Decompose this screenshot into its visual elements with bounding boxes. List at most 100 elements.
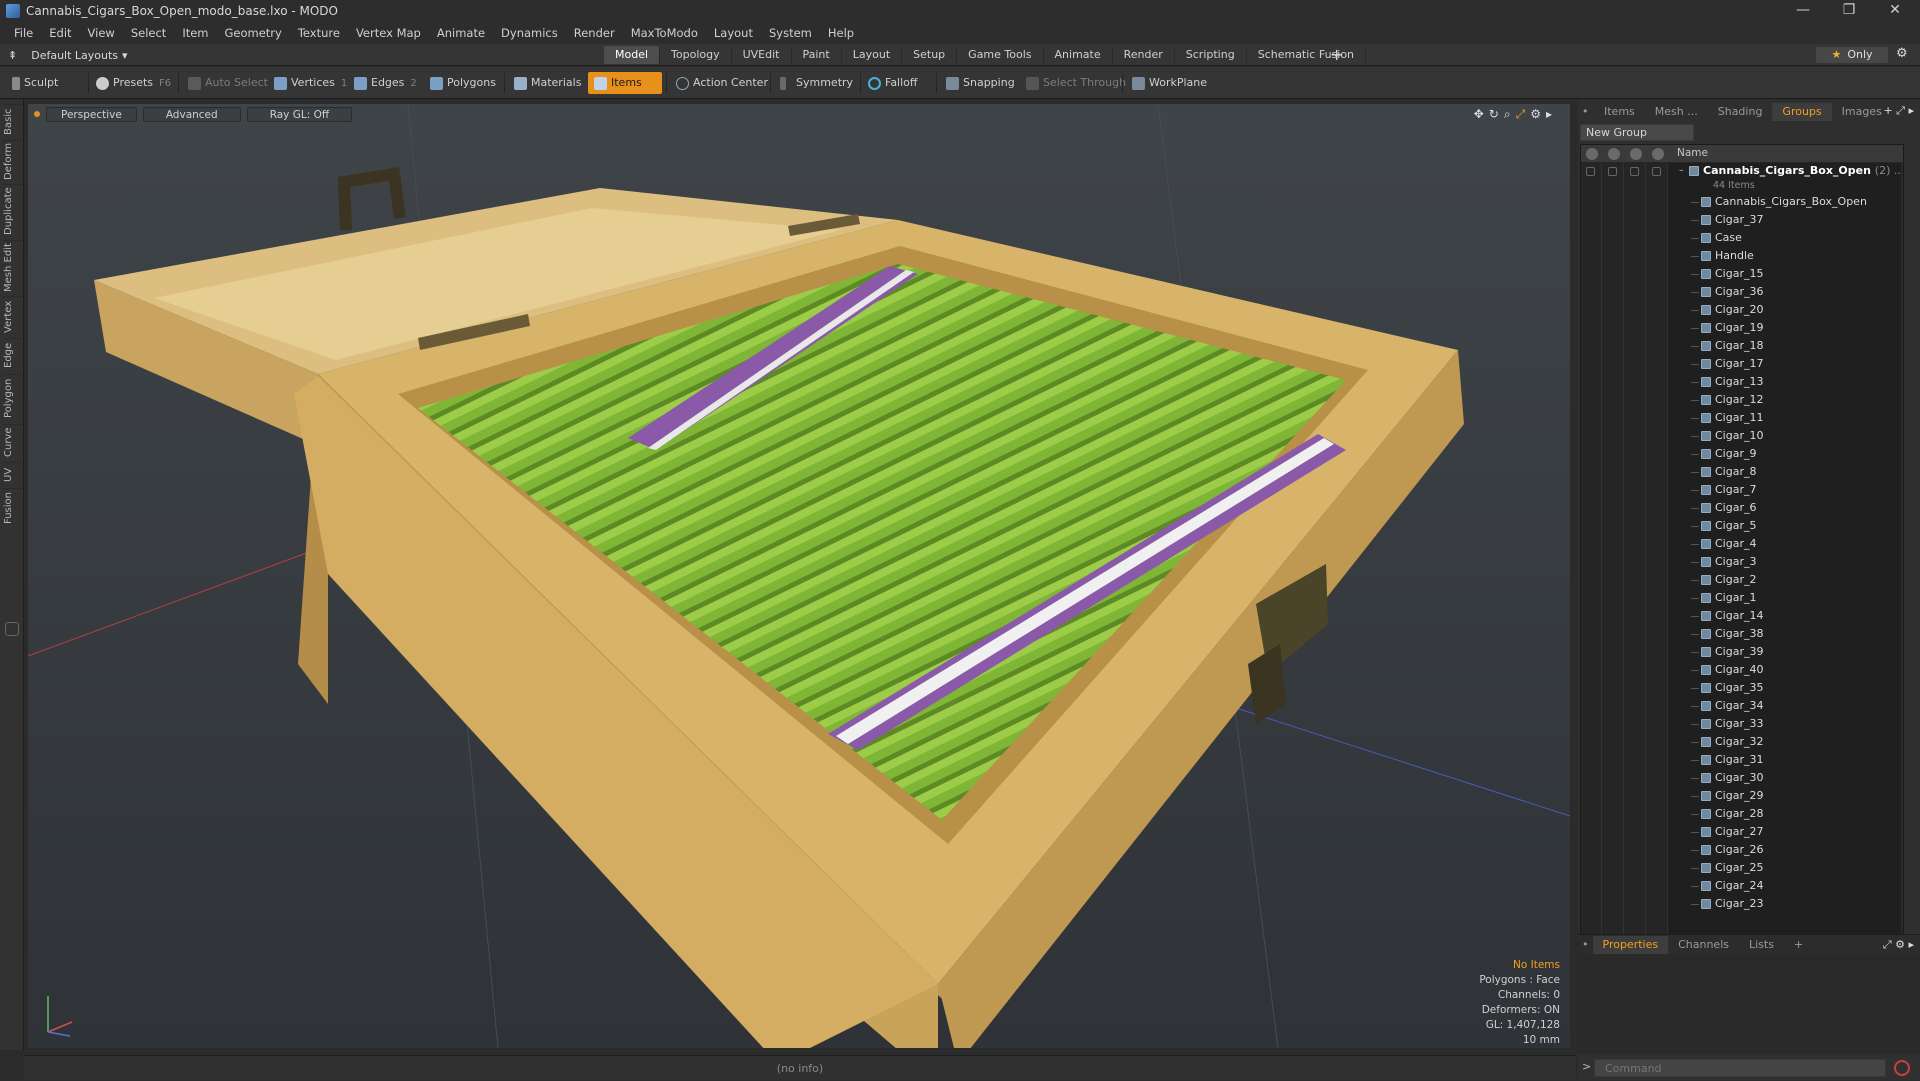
items-button[interactable]: Items bbox=[588, 72, 662, 94]
materials-button[interactable]: Materials bbox=[508, 72, 587, 94]
left-tab-vertex[interactable]: Vertex bbox=[3, 296, 21, 336]
left-tab-mesh-edit[interactable]: Mesh Edit bbox=[3, 240, 21, 294]
list-item[interactable]: Cigar_28 bbox=[1581, 805, 1903, 823]
left-tab-edge[interactable]: Edge bbox=[3, 338, 21, 372]
viewport-expand-icon[interactable]: ▸ bbox=[1546, 107, 1552, 122]
left-tab-duplicate[interactable]: Duplicate bbox=[3, 184, 21, 238]
sculpt-button[interactable]: Sculpt bbox=[6, 72, 64, 94]
list-item[interactable]: Cigar_1 bbox=[1581, 589, 1903, 607]
menu-select[interactable]: Select bbox=[123, 22, 174, 44]
tab-lists[interactable]: Lists bbox=[1739, 936, 1784, 954]
collapse-icon[interactable]: – bbox=[1679, 163, 1684, 179]
left-tab-polygon[interactable]: Polygon bbox=[3, 374, 21, 422]
list-item[interactable]: Cannabis_Cigars_Box_Open bbox=[1581, 193, 1903, 211]
left-tab-uv[interactable]: UV bbox=[3, 462, 21, 486]
group-render-toggle[interactable] bbox=[1608, 167, 1617, 176]
tab-animate[interactable]: Animate bbox=[1044, 46, 1113, 64]
tab-shading[interactable]: Shading bbox=[1708, 103, 1773, 121]
view-mode-dropdown[interactable]: Perspective bbox=[46, 106, 137, 122]
list-item[interactable]: Cigar_23 bbox=[1581, 895, 1903, 913]
tab-topology[interactable]: Topology bbox=[660, 46, 732, 64]
list-item[interactable]: Cigar_33 bbox=[1581, 715, 1903, 733]
close-button[interactable]: ✕ bbox=[1872, 0, 1918, 22]
scene-render[interactable] bbox=[28, 104, 1570, 1048]
list-item[interactable]: Cigar_14 bbox=[1581, 607, 1903, 625]
tab-game-tools[interactable]: Game Tools bbox=[957, 46, 1044, 64]
tab-items[interactable]: Items bbox=[1594, 103, 1645, 121]
list-item[interactable]: Cigar_24 bbox=[1581, 877, 1903, 895]
list-item[interactable]: Cigar_38 bbox=[1581, 625, 1903, 643]
viewport-settings-icon[interactable]: ⚙ bbox=[1530, 107, 1541, 122]
layout-selector[interactable]: ⇞ Default Layouts ▾ bbox=[8, 47, 128, 63]
group-visible-toggle[interactable] bbox=[1586, 167, 1595, 176]
list-item[interactable]: Cigar_37 bbox=[1581, 211, 1903, 229]
auto-select-button[interactable]: Auto Select bbox=[182, 72, 274, 94]
list-item[interactable]: Cigar_34 bbox=[1581, 697, 1903, 715]
list-item[interactable]: Handle bbox=[1581, 247, 1903, 265]
polygons-button[interactable]: Polygons bbox=[424, 72, 502, 94]
list-item[interactable]: Cigar_18 bbox=[1581, 337, 1903, 355]
command-input[interactable] bbox=[1594, 1059, 1886, 1077]
list-item[interactable]: Cigar_29 bbox=[1581, 787, 1903, 805]
list-item[interactable]: Cigar_36 bbox=[1581, 283, 1903, 301]
3d-viewport[interactable]: Perspective Advanced Ray GL: Off ✥ ↻ ⌕ ⤢… bbox=[28, 104, 1570, 1048]
edges-button[interactable]: Edges 2 bbox=[348, 72, 423, 94]
tab-channels[interactable]: Channels bbox=[1668, 936, 1739, 954]
tab-render[interactable]: Render bbox=[1113, 46, 1175, 64]
list-item[interactable]: Cigar_4 bbox=[1581, 535, 1903, 553]
tab-uvedit[interactable]: UVEdit bbox=[732, 46, 792, 64]
eye-icon[interactable] bbox=[1586, 148, 1598, 160]
list-item[interactable]: Cigar_15 bbox=[1581, 265, 1903, 283]
list-item[interactable]: Cigar_6 bbox=[1581, 499, 1903, 517]
tab-properties[interactable]: Properties bbox=[1592, 935, 1669, 954]
action-center-button[interactable]: Action Center bbox=[670, 72, 774, 94]
snapping-button[interactable]: Snapping bbox=[940, 72, 1021, 94]
list-item[interactable]: Cigar_19 bbox=[1581, 319, 1903, 337]
left-tab-curve[interactable]: Curve bbox=[3, 424, 21, 460]
presets-button[interactable]: Presets F6 bbox=[90, 72, 177, 94]
list-item[interactable]: Cigar_13 bbox=[1581, 373, 1903, 391]
list-item[interactable]: Cigar_5 bbox=[1581, 517, 1903, 535]
menu-geometry[interactable]: Geometry bbox=[217, 22, 290, 44]
tab-paint[interactable]: Paint bbox=[792, 46, 842, 64]
menu-layout[interactable]: Layout bbox=[706, 22, 761, 44]
tab-schematic-fusion[interactable]: Schematic Fusion bbox=[1247, 46, 1367, 64]
list-item[interactable]: Cigar_31 bbox=[1581, 751, 1903, 769]
left-tab-deform[interactable]: Deform bbox=[3, 140, 21, 182]
rotate-icon[interactable]: ↻ bbox=[1489, 107, 1499, 122]
tab-mesh[interactable]: Mesh ... bbox=[1645, 103, 1708, 121]
zoom-icon[interactable]: ⌕ bbox=[1504, 107, 1511, 122]
menu-system[interactable]: System bbox=[761, 22, 820, 44]
menu-texture[interactable]: Texture bbox=[290, 22, 348, 44]
list-item[interactable]: Cigar_3 bbox=[1581, 553, 1903, 571]
fit-icon[interactable]: ⤢ bbox=[1516, 107, 1526, 122]
list-item[interactable]: Cigar_20 bbox=[1581, 301, 1903, 319]
menu-help[interactable]: Help bbox=[820, 22, 862, 44]
raygl-dropdown[interactable]: Ray GL: Off bbox=[246, 106, 353, 122]
menu-render[interactable]: Render bbox=[566, 22, 623, 44]
maximize-button[interactable]: ❐ bbox=[1826, 0, 1872, 22]
list-item[interactable]: Cigar_9 bbox=[1581, 445, 1903, 463]
tab-setup[interactable]: Setup bbox=[902, 46, 958, 64]
list-item[interactable]: Cigar_30 bbox=[1581, 769, 1903, 787]
list-item[interactable]: Cigar_10 bbox=[1581, 427, 1903, 445]
menu-animate[interactable]: Animate bbox=[429, 22, 493, 44]
vertices-button[interactable]: Vertices 1 bbox=[268, 72, 353, 94]
tab-layout[interactable]: Layout bbox=[842, 46, 903, 64]
list-item[interactable]: Cigar_32 bbox=[1581, 733, 1903, 751]
add-bottom-tab-icon[interactable]: + bbox=[1784, 936, 1813, 954]
menu-maxtomodo[interactable]: MaxToModo bbox=[623, 22, 706, 44]
list-item[interactable]: Cigar_8 bbox=[1581, 463, 1903, 481]
pan-icon[interactable]: ✥ bbox=[1474, 107, 1484, 122]
viewport-menu-dot[interactable] bbox=[34, 111, 40, 117]
menu-item[interactable]: Item bbox=[174, 22, 216, 44]
bottom-panel-menu-dot[interactable]: • bbox=[1578, 936, 1593, 954]
workplane-button[interactable]: WorkPlane bbox=[1126, 72, 1213, 94]
minimize-button[interactable]: — bbox=[1780, 0, 1826, 22]
menu-view[interactable]: View bbox=[80, 22, 123, 44]
bottom-panel-expand-icon[interactable]: ⤢ ⚙ ▸ bbox=[1883, 938, 1914, 952]
list-item[interactable]: Cigar_25 bbox=[1581, 859, 1903, 877]
new-group-button[interactable]: New Group bbox=[1580, 124, 1694, 141]
only-toggle[interactable]: ★ Only bbox=[1816, 47, 1888, 63]
menu-edit[interactable]: Edit bbox=[41, 22, 79, 44]
